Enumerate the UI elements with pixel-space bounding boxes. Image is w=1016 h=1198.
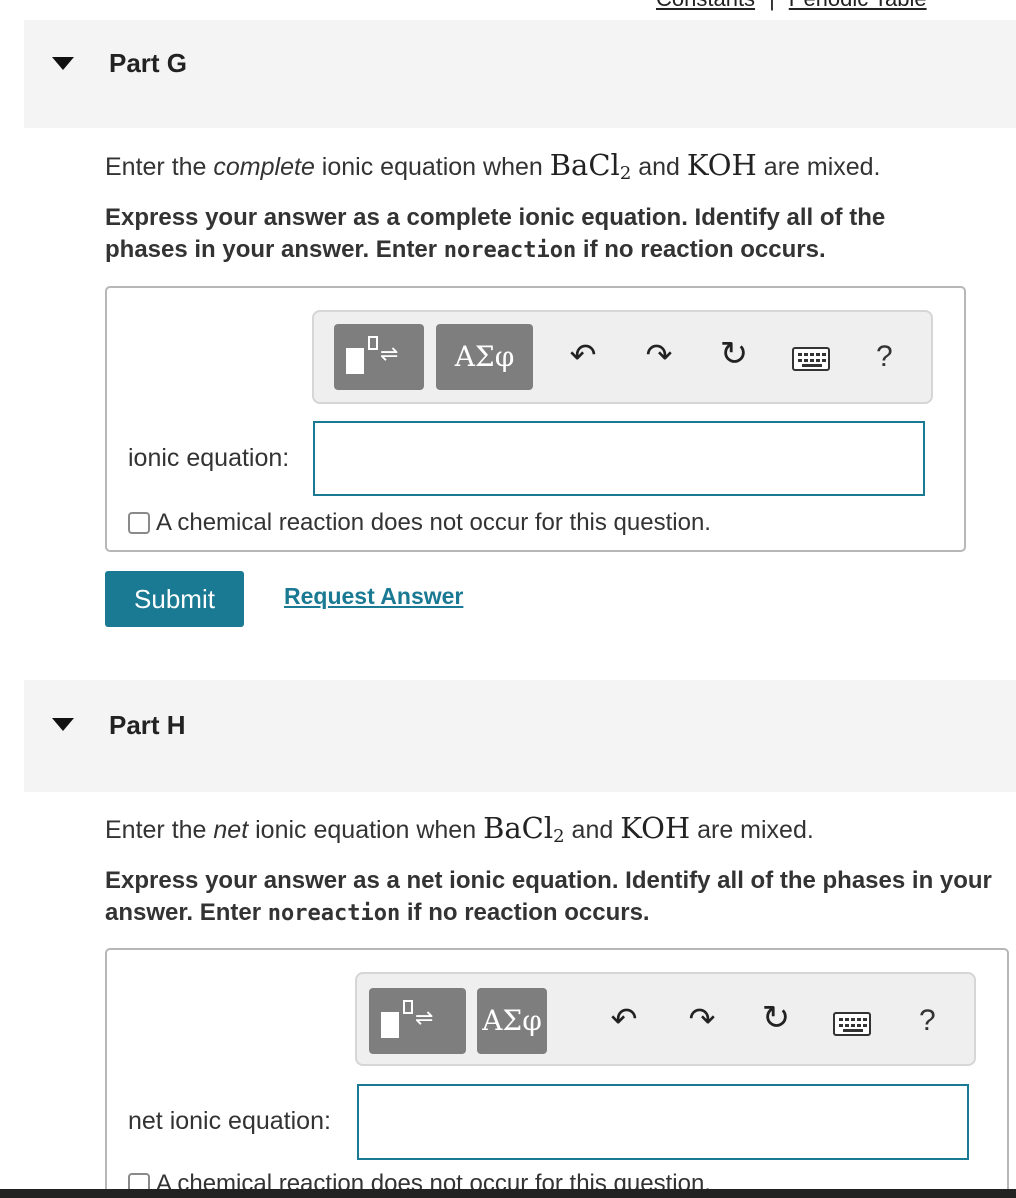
templates-button[interactable]: ⇌ bbox=[334, 324, 424, 390]
math-toolbar: ⇌ ΑΣφ ↶ ↷ ↻ ? bbox=[312, 310, 933, 404]
triangle-down-icon[interactable] bbox=[52, 718, 74, 731]
compound-bacl2: BaCl2 bbox=[483, 811, 565, 847]
math-toolbar: ⇌ ΑΣφ ↶ ↷ ↻ ? bbox=[355, 972, 976, 1066]
constants-link[interactable]: Constants bbox=[656, 0, 755, 11]
no-reaction-option[interactable]: A chemical reaction does not occur for t… bbox=[128, 509, 711, 537]
help-icon[interactable]: ? bbox=[876, 340, 893, 374]
templates-button[interactable]: ⇌ bbox=[369, 988, 466, 1054]
keyboard-icon[interactable] bbox=[833, 1012, 871, 1036]
no-reaction-checkbox[interactable] bbox=[128, 512, 150, 534]
compound-koh: KOH bbox=[620, 811, 691, 845]
greek-symbols-button[interactable]: ΑΣφ bbox=[477, 988, 547, 1054]
net-ionic-equation-input[interactable] bbox=[357, 1084, 969, 1160]
prompt-text: are mixed. bbox=[756, 153, 881, 181]
part-h-prompt: Enter the net ionic equation when BaCl2 … bbox=[105, 811, 814, 847]
periodic-table-link[interactable]: Periodic Table bbox=[789, 0, 927, 11]
part-h-header[interactable]: Part H bbox=[24, 680, 1016, 792]
request-answer-link[interactable]: Request Answer bbox=[284, 583, 463, 610]
noreaction-code: noreaction bbox=[443, 238, 577, 263]
ionic-equation-label: ionic equation: bbox=[128, 444, 290, 472]
compound-bacl2: BaCl2 bbox=[549, 148, 632, 184]
net-ionic-equation-label: net ionic equation: bbox=[128, 1107, 331, 1135]
part-g-header[interactable]: Part G bbox=[24, 20, 1016, 128]
prompt-emphasis: complete bbox=[213, 153, 315, 181]
compound-koh: KOH bbox=[686, 148, 757, 182]
undo-icon[interactable]: ↶ bbox=[607, 1000, 641, 1040]
submit-button[interactable]: Submit bbox=[105, 571, 244, 627]
undo-icon[interactable]: ↶ bbox=[566, 336, 600, 376]
keyboard-icon[interactable] bbox=[792, 347, 830, 371]
redo-icon[interactable]: ↷ bbox=[642, 336, 676, 376]
reset-icon[interactable]: ↻ bbox=[716, 334, 752, 376]
help-icon[interactable]: ? bbox=[919, 1004, 936, 1038]
redo-icon[interactable]: ↷ bbox=[685, 1000, 719, 1040]
part-g-prompt: Enter the complete ionic equation when B… bbox=[105, 148, 881, 184]
prompt-text: ionic equation when bbox=[314, 153, 550, 181]
part-h-answer-box: ⇌ ΑΣφ ↶ ↷ ↻ ? bbox=[105, 948, 1009, 1198]
reset-icon[interactable]: ↻ bbox=[758, 998, 794, 1040]
part-g-title: Part G bbox=[109, 48, 188, 78]
prompt-text: and bbox=[564, 816, 621, 844]
prompt-emphasis: net bbox=[213, 816, 249, 844]
triangle-down-icon[interactable] bbox=[52, 57, 74, 70]
prompt-text: Enter the bbox=[105, 816, 214, 844]
link-separator: | bbox=[769, 0, 775, 11]
ionic-equation-input[interactable] bbox=[313, 421, 925, 496]
greek-symbols-button[interactable]: ΑΣφ bbox=[436, 324, 533, 390]
part-h-title: Part H bbox=[109, 710, 186, 740]
part-g-instructions: Express your answer as a complete ionic … bbox=[105, 204, 886, 263]
prompt-text: and bbox=[631, 153, 687, 181]
no-reaction-label: A chemical reaction does not occur for t… bbox=[156, 509, 711, 536]
noreaction-code: noreaction bbox=[267, 901, 401, 926]
prompt-text: are mixed. bbox=[690, 816, 814, 844]
prompt-text: ionic equation when bbox=[248, 816, 484, 844]
prompt-text: Enter the bbox=[105, 153, 214, 181]
part-h-instructions: Express your answer as a net ionic equat… bbox=[105, 867, 992, 926]
screen-edge-bar bbox=[0, 1189, 1016, 1198]
top-links: Constants | Periodic Table bbox=[656, 0, 927, 12]
